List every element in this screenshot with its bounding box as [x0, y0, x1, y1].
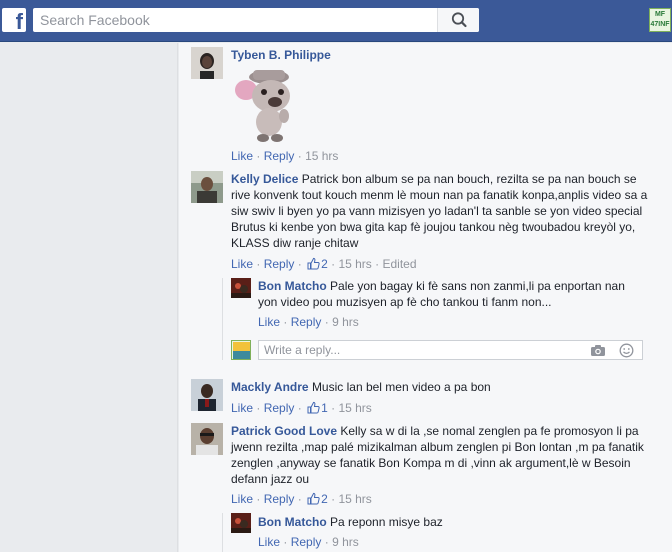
reply-link[interactable]: Reply	[291, 315, 322, 329]
comment-actions: Like · Reply · 15 hrs	[231, 149, 338, 163]
top-navigation-bar: f MF 47INF	[0, 0, 672, 42]
reply-link[interactable]: Reply	[291, 535, 322, 549]
avatar[interactable]	[191, 47, 223, 79]
avatar[interactable]	[231, 278, 251, 298]
reply-thread-line	[222, 513, 223, 552]
reply-link[interactable]: Reply	[264, 149, 295, 163]
separator: ·	[283, 535, 288, 549]
reply-body: Bon Matcho Pale yon bagay ki fè sans non…	[258, 278, 638, 310]
search-bar	[33, 8, 479, 32]
separator: ·	[283, 315, 288, 329]
search-icon	[451, 12, 467, 28]
avatar[interactable]	[191, 423, 223, 455]
thumbs-up-icon	[307, 257, 320, 270]
person-photo-icon	[191, 423, 223, 455]
user-badge-top: MF	[654, 11, 666, 18]
timestamp[interactable]: 9 hrs	[332, 315, 359, 329]
separator: ·	[324, 315, 329, 329]
separator: ·	[256, 149, 261, 163]
comment-author[interactable]: Patrick Good Love	[231, 424, 337, 438]
separator: ·	[331, 492, 336, 506]
thumbs-up-icon	[307, 401, 320, 414]
comment-actions: Like · Reply · 2 · 15 hrs	[231, 492, 372, 506]
comment-body: Mackly Andre Music lan bel men video a p…	[231, 379, 651, 395]
avatar[interactable]	[231, 513, 251, 533]
separator: ·	[297, 401, 302, 415]
reply-input[interactable]	[259, 341, 579, 359]
timestamp[interactable]: 15 hrs	[338, 401, 371, 415]
comment-actions: Like · Reply · 1 · 15 hrs	[231, 401, 372, 415]
likes-number: 2	[321, 492, 328, 506]
separator: ·	[256, 257, 261, 271]
person-photo-icon	[191, 47, 223, 79]
search-button[interactable]	[437, 8, 479, 32]
current-user-avatar[interactable]	[231, 340, 251, 360]
separator: ·	[297, 149, 302, 163]
like-link[interactable]: Like	[258, 315, 280, 329]
separator: ·	[256, 492, 261, 506]
likes-count[interactable]: 2	[305, 257, 328, 271]
bulldog-sticker-icon	[231, 64, 303, 146]
like-link[interactable]: Like	[231, 149, 253, 163]
comment-body: Kelly Delice Patrick bon album se pa nan…	[231, 171, 651, 251]
separator: ·	[331, 401, 336, 415]
separator: ·	[331, 257, 336, 271]
person-photo-icon	[231, 278, 251, 298]
separator: ·	[297, 492, 302, 506]
user-avatar[interactable]: MF 47INF	[649, 8, 671, 32]
person-photo-icon	[191, 171, 223, 203]
like-link[interactable]: Like	[258, 535, 280, 549]
like-link[interactable]: Like	[231, 401, 253, 415]
timestamp[interactable]: 15 hrs	[338, 492, 371, 506]
likes-count[interactable]: 1	[305, 401, 328, 415]
search-input[interactable]	[33, 8, 437, 32]
likes-number: 2	[321, 257, 328, 271]
comment-author[interactable]: Bon Matcho	[258, 279, 327, 293]
separator: ·	[324, 535, 329, 549]
comment-actions: Like · Reply · 2 · 15 hrs · Edited	[231, 257, 417, 271]
reply-thread-line	[222, 278, 223, 360]
comment-author[interactable]: Bon Matcho	[258, 515, 327, 529]
reply-actions: Like · Reply · 9 hrs	[258, 535, 359, 549]
comment-author[interactable]: Tyben B. Philippe	[231, 48, 331, 62]
timestamp[interactable]: 15 hrs	[338, 257, 371, 271]
person-photo-icon	[191, 379, 223, 411]
facebook-logo[interactable]: f	[2, 8, 26, 32]
user-badge-icon	[233, 342, 250, 359]
reply-link[interactable]: Reply	[264, 492, 295, 506]
reply-composer	[258, 340, 643, 360]
reply-actions: Like · Reply · 9 hrs	[258, 315, 359, 329]
emoji-icon[interactable]	[619, 343, 634, 358]
reply-link[interactable]: Reply	[264, 257, 295, 271]
likes-count[interactable]: 2	[305, 492, 328, 506]
like-link[interactable]: Like	[231, 492, 253, 506]
comment-body: Patrick Good Love Kelly sa w di la ,se n…	[231, 423, 651, 487]
camera-icon[interactable]	[590, 344, 606, 357]
comment-author[interactable]: Kelly Delice	[231, 172, 298, 186]
timestamp[interactable]: 9 hrs	[332, 535, 359, 549]
comment-text: Pa reponn misye baz	[330, 515, 443, 529]
likes-number: 1	[321, 401, 328, 415]
edited-label[interactable]: Edited	[383, 257, 417, 271]
avatar[interactable]	[191, 171, 223, 203]
thumbs-up-icon	[307, 492, 320, 505]
user-badge-bottom: 47INF	[650, 21, 670, 28]
comment-author[interactable]: Mackly Andre	[231, 380, 309, 394]
separator: ·	[297, 257, 302, 271]
timestamp[interactable]: 15 hrs	[305, 149, 338, 163]
reply-body: Bon Matcho Pa reponn misye baz	[258, 514, 638, 530]
left-column	[0, 43, 178, 552]
separator: ·	[375, 257, 380, 271]
separator: ·	[256, 401, 261, 415]
comment-text: Music lan bel men video a pa bon	[311, 380, 491, 394]
like-link[interactable]: Like	[231, 257, 253, 271]
person-photo-icon	[231, 513, 251, 533]
avatar[interactable]	[191, 379, 223, 411]
reply-link[interactable]: Reply	[264, 401, 295, 415]
